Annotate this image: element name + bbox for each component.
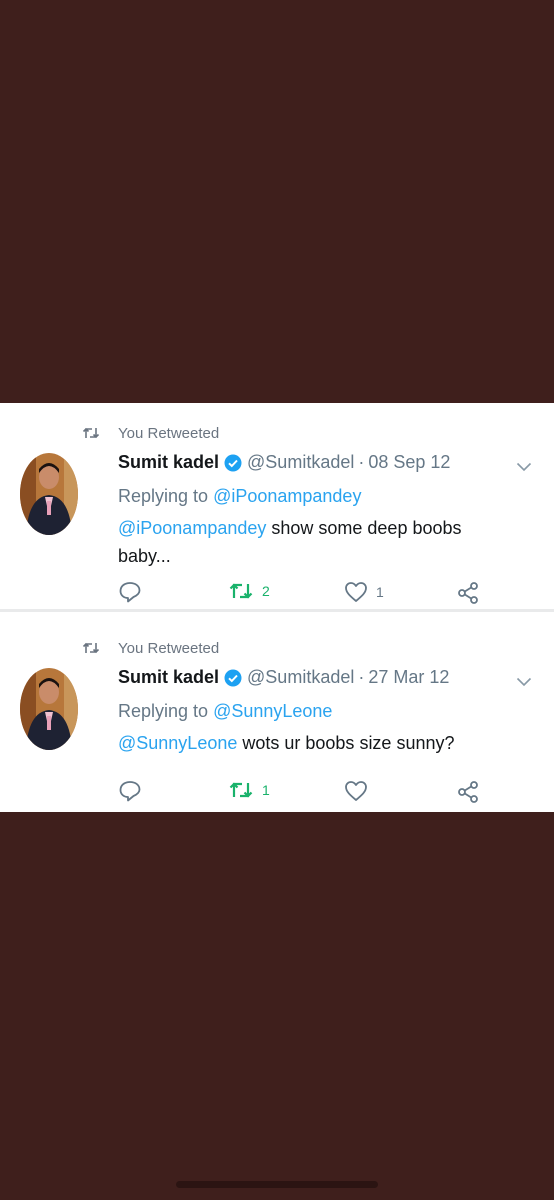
retweet-icon <box>228 780 254 800</box>
retweet-button[interactable]: 1 <box>228 780 270 800</box>
replying-to-link[interactable]: @iPoonampandey <box>213 486 361 506</box>
like-count: 1 <box>376 584 384 600</box>
chevron-down-icon[interactable] <box>516 674 532 692</box>
reply-icon <box>118 780 142 802</box>
retweet-button[interactable]: 2 <box>228 581 270 601</box>
share-icon <box>456 780 480 804</box>
reply-button[interactable] <box>118 581 142 603</box>
replying-to: Replying to @SunnyLeone <box>118 701 332 722</box>
verified-badge-icon <box>224 454 242 472</box>
replying-prefix: Replying to <box>118 701 209 721</box>
verified-badge-icon <box>224 669 242 687</box>
tweet-date[interactable]: 27 Mar 12 <box>368 667 449 688</box>
share-icon <box>456 581 480 605</box>
share-button[interactable] <box>456 581 480 605</box>
chevron-down-icon[interactable] <box>516 459 532 477</box>
divider <box>0 609 554 612</box>
avatar[interactable] <box>20 668 78 750</box>
tweet-header: Sumit kadel @Sumitkadel · 27 Mar 12 <box>118 667 494 688</box>
tweet-card: You Retweeted Sumit kadel @Sumitkadel · … <box>0 403 554 812</box>
tweet-actions: 2 1 <box>118 581 488 605</box>
replying-prefix: Replying to <box>118 486 209 506</box>
display-name[interactable]: Sumit kadel <box>118 667 219 688</box>
separator: · <box>358 452 365 472</box>
separator: · <box>358 667 365 687</box>
reply-button[interactable] <box>118 780 142 802</box>
mention-link[interactable]: @iPoonampandey <box>118 518 266 538</box>
retweet-count: 2 <box>262 583 270 599</box>
like-button[interactable] <box>344 780 376 802</box>
tweet-header: Sumit kadel @Sumitkadel · 08 Sep 12 <box>118 452 494 473</box>
tweet-text: @iPoonampandey show some deep boobs baby… <box>118 514 508 570</box>
like-button[interactable]: 1 <box>344 581 384 603</box>
replying-to-link[interactable]: @SunnyLeone <box>213 701 332 721</box>
home-indicator[interactable] <box>176 1181 378 1188</box>
like-icon <box>344 581 368 603</box>
replying-to: Replying to @iPoonampandey <box>118 486 361 507</box>
retweet-small-icon <box>82 426 100 440</box>
share-button[interactable] <box>456 780 480 804</box>
avatar[interactable] <box>20 453 78 535</box>
display-name[interactable]: Sumit kadel <box>118 452 219 473</box>
reply-icon <box>118 581 142 603</box>
tweet-date[interactable]: 08 Sep 12 <box>368 452 450 473</box>
retweet-label: You Retweeted <box>118 639 220 657</box>
tweet[interactable]: You Retweeted Sumit kadel @Sumitkadel · … <box>0 618 554 823</box>
retweet-context: You Retweeted <box>82 638 219 658</box>
tweet-body: wots ur boobs size sunny? <box>237 733 455 753</box>
tweet-text: @SunnyLeone wots ur boobs size sunny? <box>118 729 508 757</box>
tweet[interactable]: You Retweeted Sumit kadel @Sumitkadel · … <box>0 403 554 608</box>
retweet-label: You Retweeted <box>118 424 220 442</box>
retweet-small-icon <box>82 641 100 655</box>
user-handle[interactable]: @Sumitkadel <box>247 452 354 473</box>
tweet-actions: 1 <box>118 780 488 804</box>
user-handle[interactable]: @Sumitkadel <box>247 667 354 688</box>
retweet-count: 1 <box>262 782 270 798</box>
like-icon <box>344 780 368 802</box>
retweet-icon <box>228 581 254 601</box>
mention-link[interactable]: @SunnyLeone <box>118 733 237 753</box>
retweet-context: You Retweeted <box>82 423 219 443</box>
